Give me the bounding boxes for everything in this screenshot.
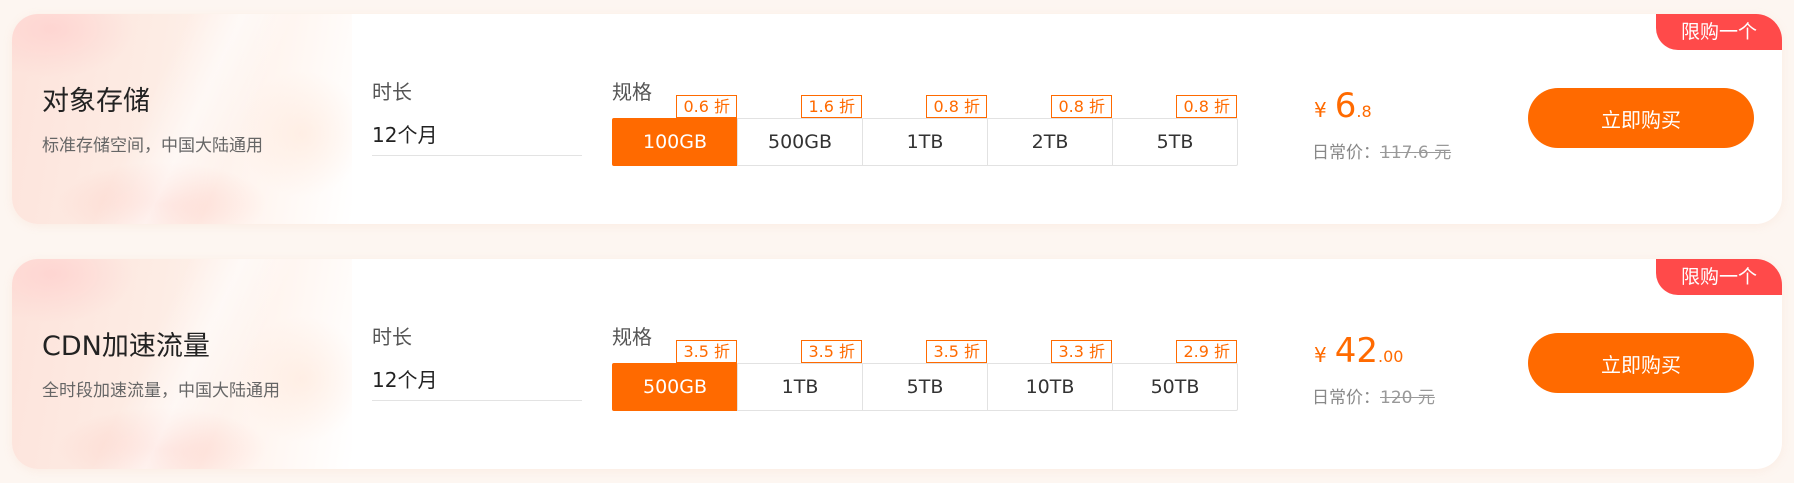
price-decimal: .8 <box>1356 102 1372 121</box>
spec-option[interactable]: 5TB 0.8 折 <box>1112 95 1238 166</box>
original-price: 117.6 元 <box>1380 143 1452 163</box>
spec-option[interactable]: 500GB 1.6 折 <box>737 95 863 166</box>
spec-option[interactable]: 5TB 3.5 折 <box>862 340 988 411</box>
spec-option-group: 500GB 3.5 折 1TB 3.5 折 5TB 3.5 折 10TB 3.3… <box>612 340 1238 411</box>
price-decimal: .00 <box>1378 347 1404 366</box>
card-decoration <box>12 14 352 224</box>
spec-option-label: 1TB <box>781 376 819 398</box>
spec-label: 规格 <box>612 325 652 349</box>
discount-tag: 2.9 折 <box>1176 340 1237 363</box>
discount-tag: 3.3 折 <box>1051 340 1112 363</box>
spec-option-label: 5TB <box>1156 131 1194 153</box>
spec-option-label: 500GB <box>642 376 708 398</box>
spec-option[interactable]: 50TB 2.9 折 <box>1112 340 1238 411</box>
currency-symbol: ¥ <box>1314 98 1327 122</box>
discount-tag: 3.5 折 <box>926 340 987 363</box>
original-price: 120 元 <box>1380 388 1435 408</box>
discount-tag: 0.8 折 <box>1176 95 1237 118</box>
original-price-row: 日常价：117.6 元 <box>1312 138 1451 163</box>
spec-option[interactable]: 1TB 0.8 折 <box>862 95 988 166</box>
discount-tag: 3.5 折 <box>801 340 862 363</box>
product-description: 全时段加速流量，中国大陆通用 <box>42 381 280 401</box>
spec-option[interactable]: 500GB 3.5 折 <box>612 340 738 411</box>
buy-now-button[interactable]: 立即购买 <box>1528 88 1754 148</box>
duration-select[interactable]: 12个月 <box>372 114 582 156</box>
duration-label: 时长 <box>372 325 412 349</box>
spec-option-group: 100GB 0.6 折 500GB 1.6 折 1TB 0.8 折 2TB 0.… <box>612 95 1238 166</box>
spec-option[interactable]: 10TB 3.3 折 <box>987 340 1113 411</box>
price: ¥42.00 <box>1314 331 1403 371</box>
spec-option-label: 5TB <box>906 376 944 398</box>
product-description: 标准存储空间，中国大陆通用 <box>42 136 263 156</box>
product-card-object-storage: 对象存储 标准存储空间，中国大陆通用 时长 12个月 规格 100GB 0.6 … <box>12 14 1782 224</box>
price-integer: 6 <box>1334 86 1357 126</box>
currency-symbol: ¥ <box>1314 343 1327 367</box>
spec-option[interactable]: 1TB 3.5 折 <box>737 340 863 411</box>
spec-option-label: 10TB <box>1025 376 1075 398</box>
discount-tag: 3.5 折 <box>676 340 737 363</box>
duration-label: 时长 <box>372 80 412 104</box>
product-card-cdn: CDN加速流量 全时段加速流量，中国大陆通用 时长 12个月 规格 500GB … <box>12 259 1782 469</box>
limit-badge: 限购一个 <box>1656 259 1782 295</box>
buy-now-button[interactable]: 立即购买 <box>1528 333 1754 393</box>
discount-tag: 0.6 折 <box>676 95 737 118</box>
spec-option-label: 50TB <box>1150 376 1200 398</box>
spec-option-label: 2TB <box>1031 131 1069 153</box>
limit-badge: 限购一个 <box>1656 14 1782 50</box>
original-price-label: 日常价： <box>1312 388 1380 408</box>
spec-option[interactable]: 100GB 0.6 折 <box>612 95 738 166</box>
product-name: CDN加速流量 <box>42 331 210 362</box>
spec-option-label: 500GB <box>767 131 833 153</box>
spec-option-label: 1TB <box>906 131 944 153</box>
discount-tag: 1.6 折 <box>801 95 862 118</box>
discount-tag: 0.8 折 <box>926 95 987 118</box>
spec-option[interactable]: 2TB 0.8 折 <box>987 95 1113 166</box>
discount-tag: 0.8 折 <box>1051 95 1112 118</box>
card-decoration <box>12 259 352 469</box>
spec-label: 规格 <box>612 80 652 104</box>
spec-option-label: 100GB <box>642 131 708 153</box>
price: ¥6.8 <box>1314 86 1372 126</box>
product-name: 对象存储 <box>42 86 150 117</box>
original-price-row: 日常价：120 元 <box>1312 383 1435 408</box>
duration-select[interactable]: 12个月 <box>372 359 582 401</box>
price-integer: 42 <box>1334 331 1378 371</box>
original-price-label: 日常价： <box>1312 143 1380 163</box>
